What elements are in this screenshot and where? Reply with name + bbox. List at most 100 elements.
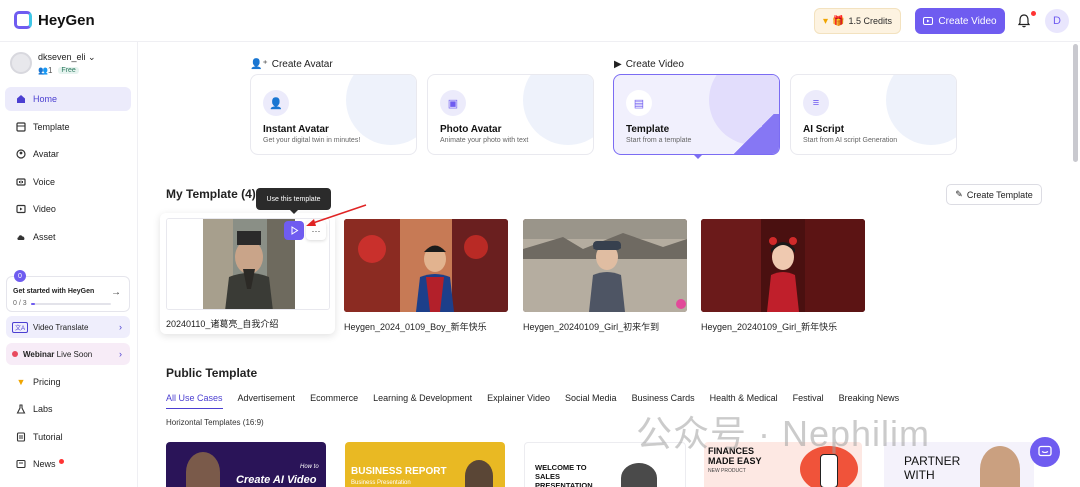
tab-social-media[interactable]: Social Media [565,393,617,409]
card-small-text: Business Presentation [351,480,411,486]
bell-icon[interactable] [1016,13,1032,29]
logo[interactable]: HeyGen [14,11,95,29]
ai-script-card[interactable]: ≡ AI Script Start from AI script Generat… [790,74,957,155]
video-translate-label: Video Translate [33,322,89,332]
card-decoration [523,75,593,145]
sidebar-item-video[interactable]: Video [5,197,131,221]
sidebar-item-tutorial[interactable]: Tutorial [5,425,131,449]
progress-bar [30,302,111,305]
coin-icon: ▾ [822,15,829,27]
template-item[interactable]: Heygen_20240109_Girl_新年快乐 [701,219,865,333]
watermark: 公众号 · Nephilim [636,413,931,454]
sidebar-item-template[interactable]: Template [5,115,131,139]
get-started-count: 0 / 3 [13,300,27,307]
play-icon [923,17,934,25]
instant-avatar-card[interactable]: 👤 Instant Avatar Get your digital twin i… [250,74,417,155]
live-dot-icon [12,351,18,357]
card-decoration [729,114,779,154]
cloud-icon [17,235,25,240]
user-menu[interactable]: dkseven_eli ⌄ 👥1 Free [10,52,96,75]
labs-icon [16,404,26,414]
my-template-title: My Template (4) [166,187,256,201]
tab-advertisement[interactable]: Advertisement [238,393,296,409]
thumbnail-image [701,219,865,312]
heygen-logo-icon [14,11,32,29]
sidebar-item-pricing[interactable]: ▼ Pricing [5,370,131,394]
top-bar: HeyGen ▾ 🎁 1.5 Credits Create Video D [0,0,1080,42]
template-item[interactable]: Heygen_20240109_Girl_初来乍到 [523,219,687,333]
members-count: 👥1 [38,66,53,75]
template-item[interactable]: Heygen_2024_0109_Boy_新年快乐 [344,219,508,333]
notification-dot [1031,11,1036,16]
tab-all-use-cases[interactable]: All Use Cases [166,393,223,409]
webinar-label: Webinar Live Soon [23,349,93,359]
sidebar-item-label: Pricing [33,377,61,387]
sidebar-item-news[interactable]: News [5,452,131,476]
pricing-icon: ▼ [16,377,26,387]
plan-badge: Free [58,67,79,74]
sidebar-item-home[interactable]: Home [5,87,131,111]
card-small-text: How to [300,464,319,470]
sidebar-item-avatar[interactable]: Avatar [5,142,131,166]
sidebar-item-label: News [33,459,56,469]
sidebar-item-label: Labs [33,404,53,414]
script-icon: ≡ [803,90,829,116]
chat-support-button[interactable] [1030,437,1060,467]
credits-button[interactable]: ▾ 🎁 1.5 Credits [814,8,901,34]
photo-avatar-card[interactable]: ▣ Photo Avatar Animate your photo with t… [427,74,594,155]
card-big-text: WELCOME TO SALES PRESENTATION [535,463,593,487]
photo-icon: ▣ [440,90,466,116]
selected-pointer [693,154,703,159]
card-subtitle: Start from a template [626,137,692,144]
create-video-button[interactable]: Create Video [915,8,1005,34]
card-big-text: Create AI Video [236,474,317,486]
tab-ecommerce[interactable]: Ecommerce [310,393,358,409]
gift-icon: 🎁 [832,15,845,27]
template-name: Heygen_2024_0109_Boy_新年快乐 [344,322,487,332]
presenter-image [621,463,657,487]
public-template-card[interactable]: How to Create AI Video [166,442,326,487]
video-translate-promo[interactable]: 文A Video Translate › [6,316,130,338]
tab-learning-development[interactable]: Learning & Development [373,393,472,409]
avatar-icon [16,149,26,159]
chat-icon [1038,445,1052,457]
tab-explainer-video[interactable]: Explainer Video [487,393,550,409]
card-small-text: NEW PRODUCT [708,468,746,474]
public-template-card[interactable]: BUSINESS REPORT Business Presentation [345,442,505,487]
card-big-text: BUSINESS REPORT [351,466,447,477]
horizontal-templates-label: Horizontal Templates (16:9) [166,418,264,427]
template-thumbnail [523,219,687,312]
create-template-button[interactable]: ✎ Create Template [946,184,1042,205]
card-subtitle: Get your digital twin in minutes! [263,137,361,144]
template-thumbnail [701,219,865,312]
sidebar-item-labs[interactable]: Labs [5,397,131,421]
template-card[interactable]: ▤ Template Start from a template [613,74,780,155]
get-started-title: Get started with HeyGen [13,288,95,295]
tooltip-tail [290,210,298,214]
progress-fill [30,302,35,305]
sidebar-item-voice[interactable]: Voice [5,170,131,194]
template-thumbnail [344,219,508,312]
play-icon [291,226,298,235]
scrollbar[interactable] [1073,44,1078,162]
template-icon: ▤ [626,90,652,116]
sidebar-item-asset[interactable]: Asset [5,225,131,249]
get-started-card[interactable]: Get started with HeyGen 0 / 3 → [6,276,130,312]
user-avatar-button[interactable]: D [1045,9,1069,33]
public-template-title: Public Template [166,366,258,380]
thumbnail-image [523,219,687,312]
thumbnail-image [344,219,508,312]
chevron-right-icon: › [119,349,122,359]
chevron-down-icon: ⌄ [88,52,96,62]
credits-label: 1.5 Credits [848,16,892,26]
card-subtitle: Animate your photo with text [440,137,529,144]
create-video-label: Create Video [938,15,997,27]
create-avatar-heading: 👤⁺ Create Avatar [250,59,333,70]
sidebar-item-label: Avatar [33,149,59,159]
sidebar-item-label: Template [33,122,70,132]
edit-icon: ✎ [955,189,963,199]
webinar-promo[interactable]: Webinar Live Soon › [6,343,130,365]
card-title: AI Script [803,124,845,135]
card-subtitle: Start from AI script Generation [803,137,898,144]
presenter-image [465,460,493,487]
